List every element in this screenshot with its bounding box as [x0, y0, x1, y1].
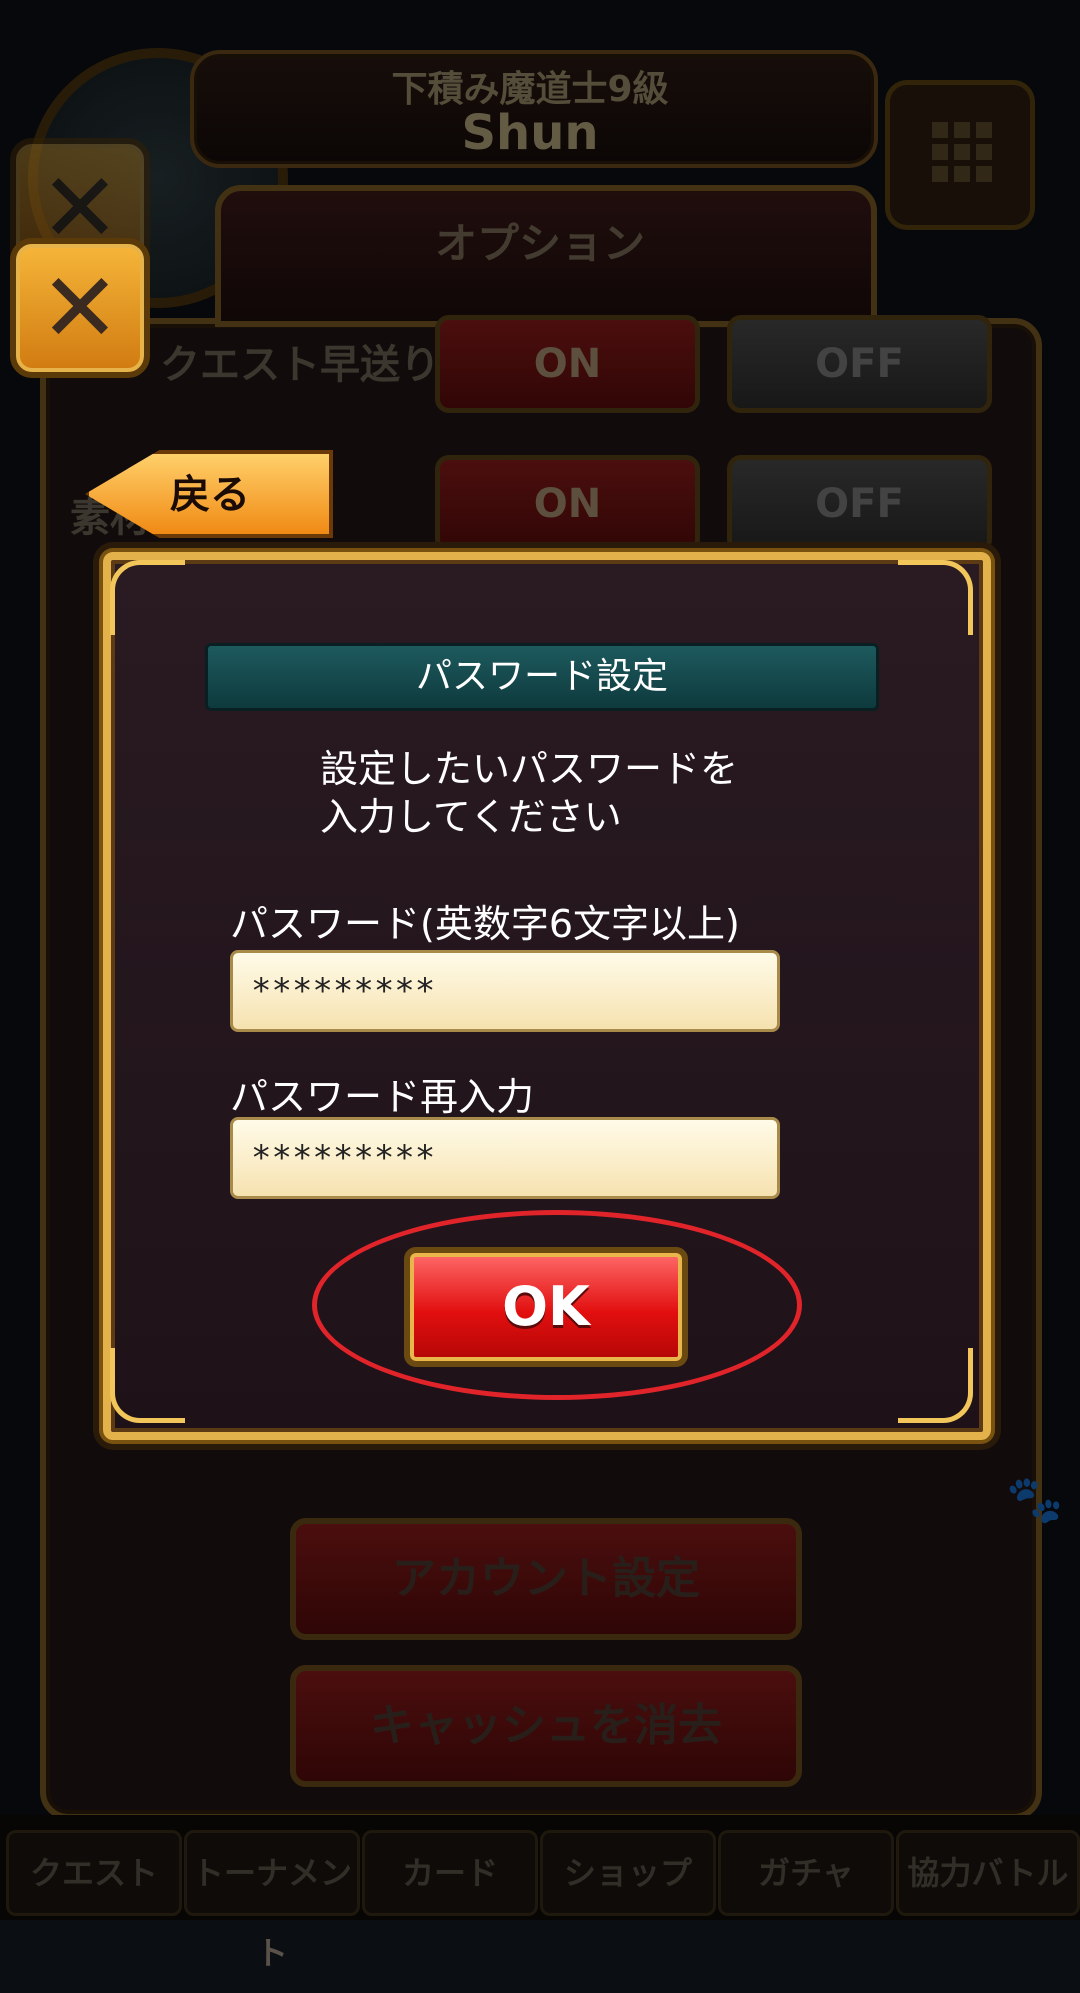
dialog-title: パスワード設定: [205, 643, 879, 711]
password-confirm-field[interactable]: [230, 1117, 780, 1199]
frame-ornament: [898, 560, 973, 635]
frame-ornament: [110, 1348, 185, 1423]
password-field[interactable]: [230, 950, 780, 1032]
password-label: パスワード(英数字6文字以上): [230, 902, 740, 946]
dialog-instruction: 設定したいパスワードを 入力してください: [320, 747, 739, 839]
highlight-annotation: [312, 1210, 802, 1400]
close-button[interactable]: ✕: [10, 238, 150, 378]
close-icon: ✕: [39, 252, 121, 364]
frame-ornament: [898, 1348, 973, 1423]
back-button-label: 戻る: [170, 472, 250, 518]
password-confirm-label: パスワード再入力: [230, 1075, 535, 1119]
frame-ornament: [110, 560, 185, 635]
